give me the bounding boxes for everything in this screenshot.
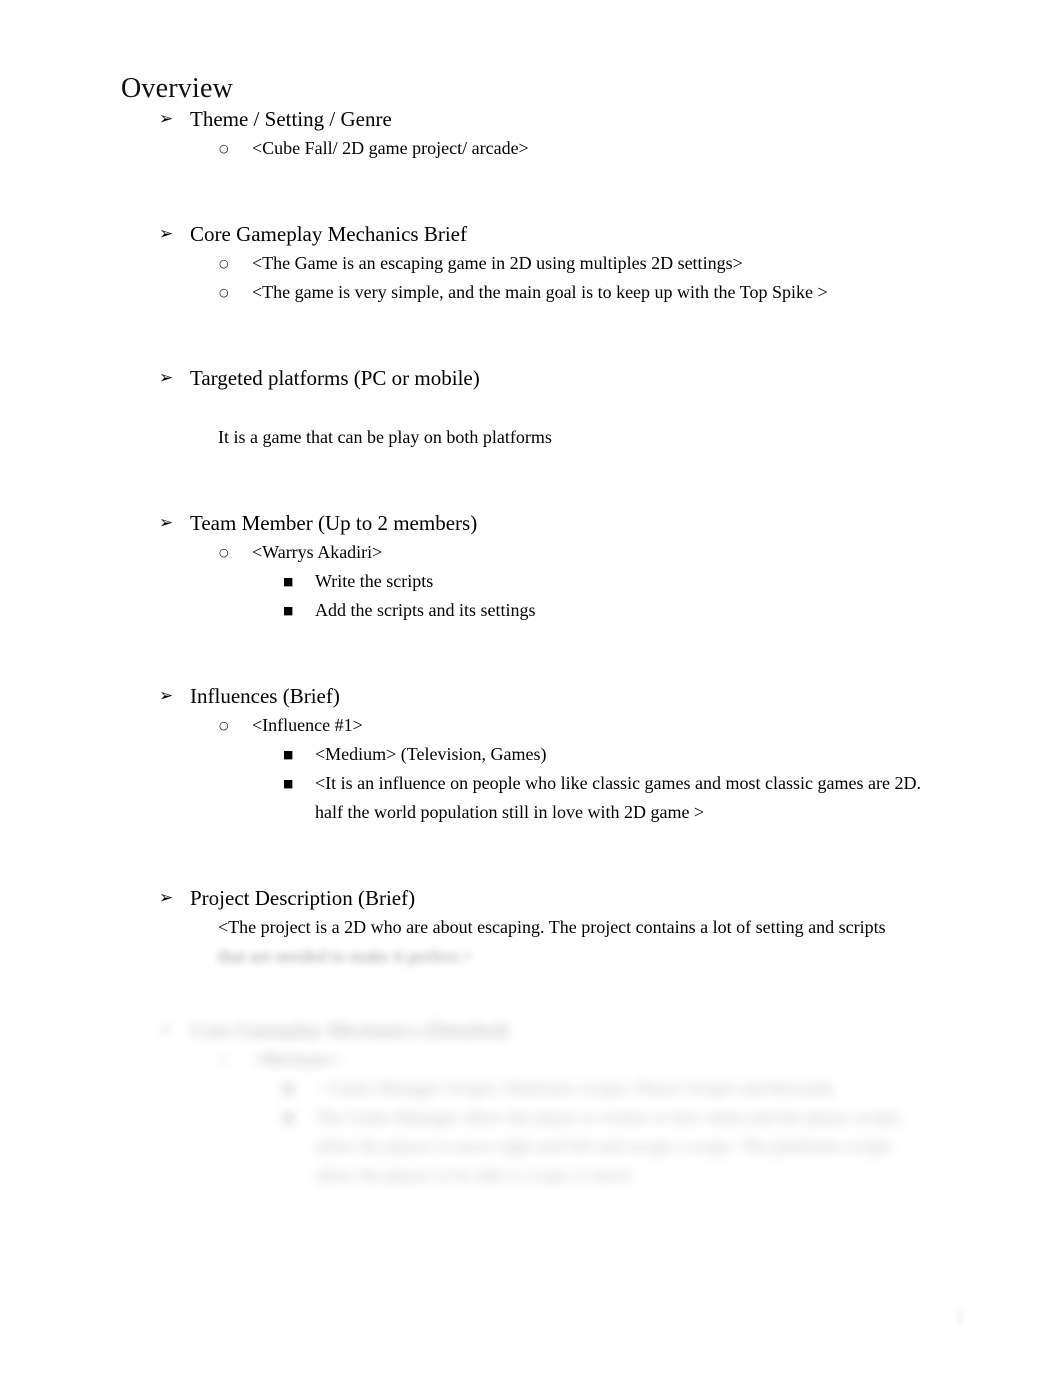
circle-bullet-icon: ○ (219, 719, 229, 732)
list-item-obscured: ■ < Game Manager Scripts, Platforms scri… (0, 1074, 1062, 1103)
list-item-label: <The Game is an escaping game in 2D usin… (252, 253, 743, 273)
circle-bullet-icon: ○ (219, 546, 229, 559)
list-item: ○ <The Game is an escaping game in 2D us… (0, 249, 1062, 278)
section-heading-label: Project Description (Brief) (190, 886, 416, 910)
paragraph: <The project is a 2D who are about escap… (218, 917, 886, 937)
square-bullet-icon: ■ (283, 1111, 294, 1124)
list-item-obscured: ■ The Game Manager allow the player to r… (0, 1103, 1062, 1190)
list-item: ■ <Medium> (Television, Games) (0, 740, 1062, 769)
arrow-bullet-icon: ➢ (159, 888, 174, 908)
section-heading-label: Influences (Brief) (190, 684, 340, 708)
page-number: 1 (955, 1308, 965, 1327)
list-item-label: <Medium> (Television, Games) (315, 744, 547, 764)
circle-bullet-icon: ○ (219, 286, 229, 299)
section-heading-label: Core Gameplay Mechanics Brief (190, 222, 467, 246)
list-item-label: Write the scripts (315, 571, 434, 591)
list-item-label: Add the scripts and its settings (315, 600, 536, 620)
section-core-gameplay-mechanics-brief: ➢ Core Gameplay Mechanics Brief ○ <The G… (0, 219, 1062, 307)
list-item: ■ <It is an influence on people who like… (0, 769, 1062, 827)
section-heading-label: Core Gameplay Mechanics (Detailed) (190, 1018, 509, 1042)
section-heading-label: Targeted platforms (PC or mobile) (190, 366, 480, 390)
list-item: ○ <The game is very simple, and the main… (0, 278, 1062, 307)
arrow-bullet-icon: ➢ (159, 368, 174, 388)
paragraph: It is a game that can be play on both pl… (218, 427, 552, 447)
document-content: ➢ Theme / Setting / Genre ○ <Cube Fall/ … (0, 104, 1062, 1190)
section-heading: ➢ Project Description (Brief) (0, 883, 1062, 913)
list-item: ■ Add the scripts and its settings (0, 596, 1062, 625)
list-item: ○ <Influence #1> (0, 711, 1062, 740)
list-item-label: < Game Manager Scripts, Platforms script… (315, 1078, 834, 1098)
list-item: ■ Write the scripts (0, 567, 1062, 596)
section-heading-label: Team Member (Up to 2 members) (190, 511, 478, 535)
list-item-label: <The game is very simple, and the main g… (252, 282, 828, 302)
list-item-label: <Cube Fall/ 2D game project/ arcade> (252, 138, 529, 158)
circle-bullet-icon: ○ (219, 257, 229, 270)
list-item-label: The Game Manager allow the player to res… (315, 1107, 902, 1185)
page-title: Overview (121, 72, 234, 104)
arrow-bullet-icon: ➢ (159, 513, 174, 533)
square-bullet-icon: ■ (283, 604, 294, 617)
list-item-label: <Warrys Akadiri> (252, 542, 383, 562)
section-project-description: ➢ Project Description (Brief) <The proje… (0, 883, 1062, 971)
circle-bullet-icon: ○ (219, 142, 229, 155)
paragraph-obscured: that are needed to make it perfect.> (218, 946, 473, 966)
square-bullet-icon: ■ (283, 575, 294, 588)
list-item-obscured: ○ <Mechanic> (0, 1045, 1062, 1074)
list-item-label: <It is an influence on people who like c… (315, 773, 921, 822)
circle-bullet-icon: ○ (219, 1053, 229, 1066)
section-heading-label: Theme / Setting / Genre (190, 107, 392, 131)
list-item-label: <Mechanic> (252, 1049, 344, 1069)
section-heading: ➢ Team Member (Up to 2 members) (0, 508, 1062, 538)
section-heading: ➢ Core Gameplay Mechanics Brief (0, 219, 1062, 249)
arrow-bullet-icon: ➢ (159, 1020, 174, 1040)
section-team-member: ➢ Team Member (Up to 2 members) ○ <Warry… (0, 508, 1062, 625)
square-bullet-icon: ■ (283, 1082, 294, 1095)
section-theme-setting-genre: ➢ Theme / Setting / Genre ○ <Cube Fall/ … (0, 104, 1062, 163)
list-item: ○ <Warrys Akadiri> (0, 538, 1062, 567)
list-item: ○ <Cube Fall/ 2D game project/ arcade> (0, 134, 1062, 163)
arrow-bullet-icon: ➢ (159, 109, 174, 129)
section-heading: ➢ Theme / Setting / Genre (0, 104, 1062, 134)
square-bullet-icon: ■ (283, 777, 294, 790)
section-heading: ➢ Targeted platforms (PC or mobile) (0, 363, 1062, 393)
document-page: Overview ➢ Theme / Setting / Genre ○ <Cu… (0, 0, 1062, 1376)
section-core-gameplay-mechanics-detailed: ➢ Core Gameplay Mechanics (Detailed) ○ <… (0, 1015, 1062, 1190)
arrow-bullet-icon: ➢ (159, 224, 174, 244)
square-bullet-icon: ■ (283, 748, 294, 761)
section-heading: ➢ Influences (Brief) (0, 681, 1062, 711)
arrow-bullet-icon: ➢ (159, 686, 174, 706)
list-item-label: <Influence #1> (252, 715, 363, 735)
section-targeted-platforms: ➢ Targeted platforms (PC or mobile) It i… (0, 363, 1062, 452)
section-heading-obscured: ➢ Core Gameplay Mechanics (Detailed) (0, 1015, 1062, 1045)
section-influences: ➢ Influences (Brief) ○ <Influence #1> ■ … (0, 681, 1062, 827)
